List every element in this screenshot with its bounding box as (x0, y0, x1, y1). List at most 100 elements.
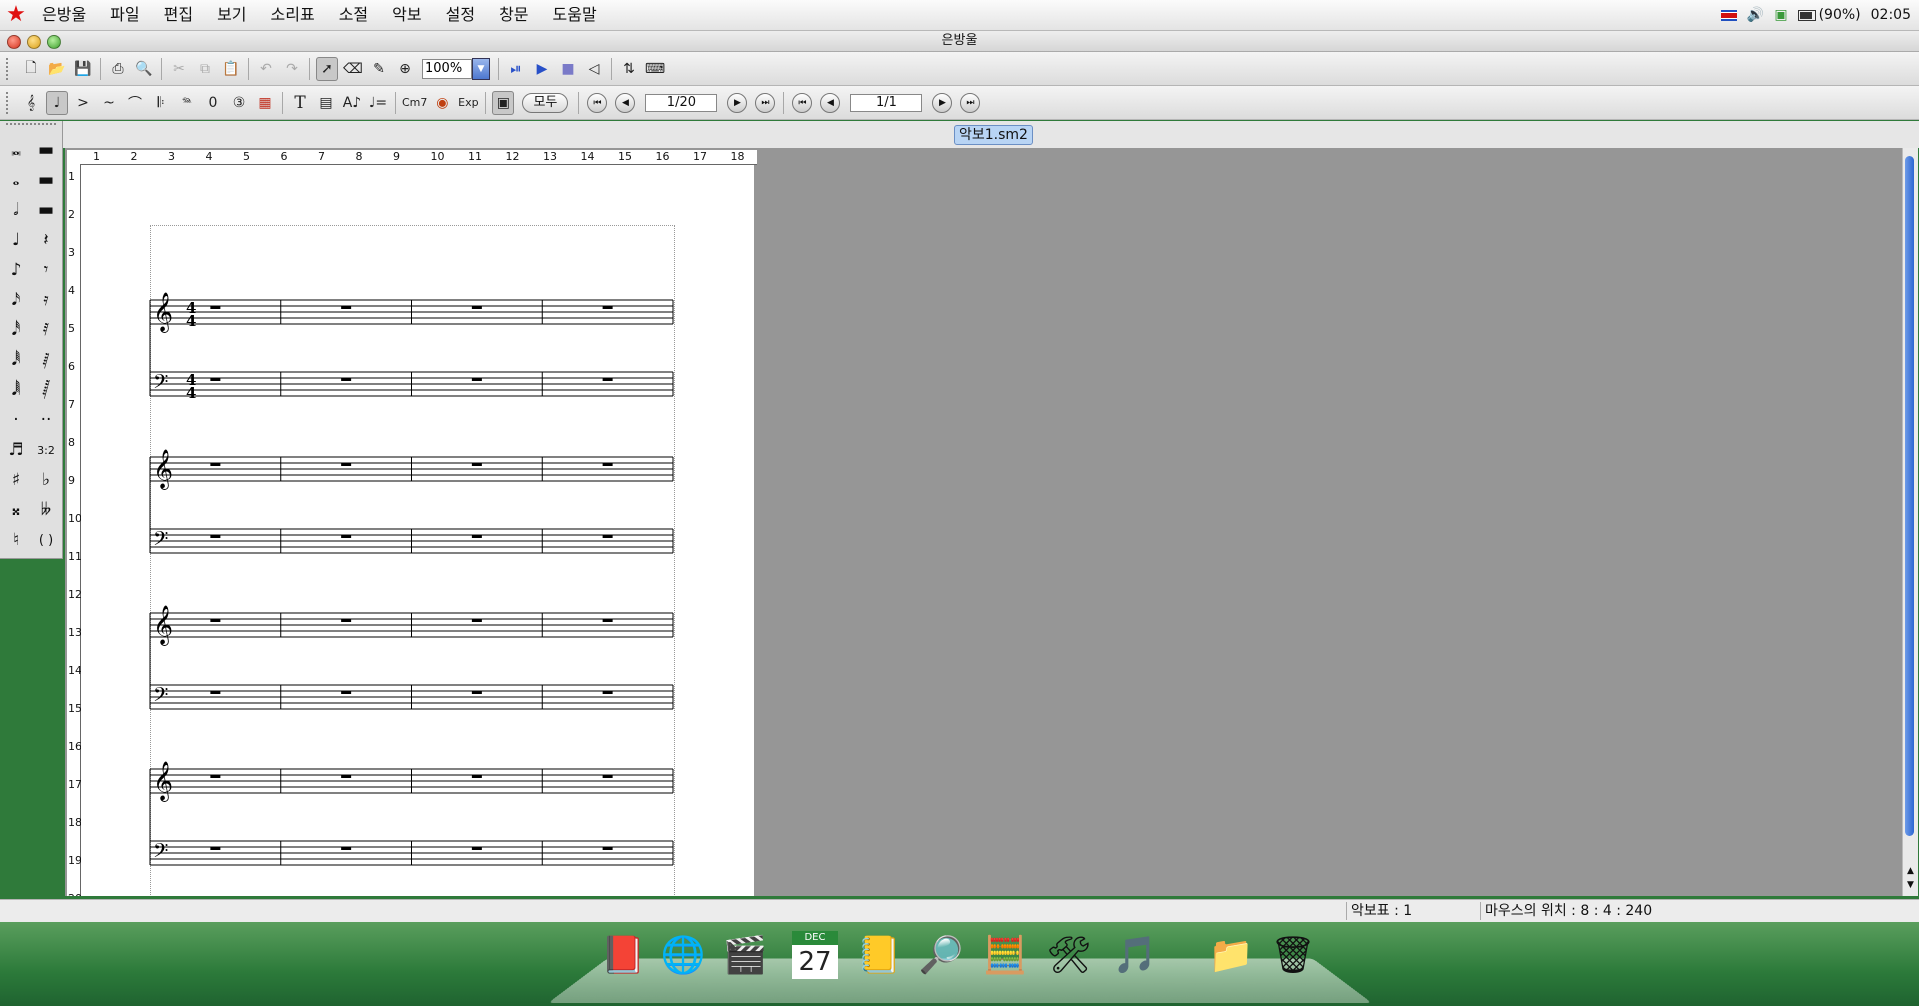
grace-note-icon[interactable]: ♬ (1, 435, 31, 465)
zoom-combobox[interactable]: ▼ (422, 57, 490, 80)
menu-notes[interactable]: 소리표 (259, 0, 327, 30)
dot-icon[interactable]: · (1, 405, 31, 435)
chord-tool-button[interactable]: Cm7 (402, 91, 427, 115)
half-rest-icon[interactable]: ▬ (31, 195, 61, 225)
hundred-twenty-eighth-note-icon[interactable]: 𝅘𝅥𝅲 (1, 375, 31, 405)
thirty-second-note-icon[interactable]: 𝅘𝅥𝅰 (1, 315, 31, 345)
repeat-tool-icon[interactable]: 𝄆 (150, 91, 172, 115)
print-preview-icon[interactable]: 🔍 (133, 57, 155, 81)
first-score-icon[interactable]: ⏮ (792, 92, 813, 113)
parenthesis-icon[interactable]: ( ) (31, 525, 61, 555)
speaker-icon[interactable]: ◁ (583, 57, 605, 81)
play-from-start-icon[interactable]: ⏯ (505, 57, 527, 81)
tempo-tool-icon[interactable]: ♩= (367, 91, 389, 115)
clef-tool-icon[interactable]: 𝄞 (20, 91, 42, 115)
search-icon[interactable]: 🔎 (914, 926, 968, 984)
globe-browser-icon[interactable]: 🌐 (656, 926, 710, 984)
chevron-down-icon[interactable]: ▼ (472, 57, 490, 80)
page-indicator[interactable]: 1/20 (645, 93, 718, 112)
prev-score-icon[interactable]: ◀ (820, 92, 841, 113)
eighth-rest-icon[interactable]: 𝄾 (31, 255, 61, 285)
menu-measure[interactable]: 소절 (327, 0, 380, 30)
save-icon[interactable]: 💾 (72, 57, 94, 81)
note-tool-icon[interactable]: ♩ (46, 90, 68, 115)
score-indicator[interactable]: 1/1 (850, 93, 923, 112)
text-tool-icon[interactable]: T (289, 91, 311, 115)
next-page-icon[interactable]: ▶ (727, 92, 748, 113)
video-clapper-icon[interactable]: 🎬 (718, 926, 772, 984)
keyboard-icon[interactable]: ⌨ (644, 57, 666, 81)
menu-help[interactable]: 도움말 (541, 0, 609, 30)
sharp-icon[interactable]: ♯ (1, 465, 31, 495)
undo-icon[interactable]: ↶ (255, 57, 277, 81)
menu-edit[interactable]: 편집 (152, 0, 205, 30)
pencil-icon[interactable]: ✎ (368, 57, 390, 81)
next-score-icon[interactable]: ▶ (932, 92, 953, 113)
double-sharp-icon[interactable]: 𝄪 (1, 495, 31, 525)
menu-view[interactable]: 보기 (205, 0, 258, 30)
select-all-button[interactable]: 모두 (522, 92, 569, 113)
open-folder-icon[interactable]: 📂 (46, 57, 68, 81)
double-dot-icon[interactable]: ·· (31, 405, 61, 435)
settings-tools-icon[interactable]: 🛠 (1042, 926, 1096, 984)
battery-indicator[interactable]: (90%) (1797, 7, 1861, 23)
double-flat-icon[interactable]: 𝄫 (31, 495, 61, 525)
fingering-tool-icon[interactable]: 0 (202, 91, 224, 115)
menu-window[interactable]: 창문 (487, 0, 540, 30)
network-icon[interactable]: ▣ (1774, 7, 1787, 23)
sixteenth-rest-icon[interactable]: 𝄿 (31, 285, 61, 315)
clock[interactable]: 02:05 (1871, 7, 1911, 23)
quarter-rest-icon[interactable]: 𝄽 (31, 225, 61, 255)
flag-icon[interactable] (1720, 9, 1737, 21)
redo-icon[interactable]: ↷ (281, 57, 303, 81)
print-icon[interactable]: ⎙ (107, 57, 129, 81)
score-page[interactable]: 𝄞 4 4 𝄢 4 4 𝄞 𝄢 𝄞 𝄢 𝄞 𝄢 (81, 165, 754, 896)
hundred-twenty-eighth-rest-icon[interactable]: 𝅂 (31, 375, 61, 405)
tab-score-document[interactable]: 악보1.sm2 (954, 125, 1033, 145)
new-file-icon[interactable]: 🗋 (20, 57, 42, 81)
palette-grip[interactable] (6, 123, 56, 129)
ornament-tool-icon[interactable]: ~ (98, 91, 120, 115)
calendar-icon[interactable]: DEC 27 (788, 926, 842, 984)
expression-tool-button[interactable]: Exp (457, 91, 479, 115)
eighth-note-icon[interactable]: ♪ (1, 255, 31, 285)
stop-icon[interactable]: ■ (557, 57, 579, 81)
folder-icon[interactable]: 📁 (1204, 926, 1258, 984)
copy-icon[interactable]: ⧉ (194, 57, 216, 81)
sixty-fourth-rest-icon[interactable]: 𝅁 (31, 345, 61, 375)
pedal-tool-icon[interactable]: 𝆮 (176, 91, 198, 115)
accent-tool-icon[interactable]: > (72, 91, 94, 115)
half-note-icon[interactable]: 𝅗𝅥 (1, 195, 31, 225)
last-score-icon[interactable]: ⏭ (960, 92, 981, 113)
frame-text-icon[interactable]: ▤ (315, 91, 337, 115)
color-tool-icon[interactable]: ▦ (254, 91, 276, 115)
tuplet-button[interactable]: 3:2 (31, 435, 61, 465)
first-page-icon[interactable]: ⏮ (587, 92, 608, 113)
menu-settings[interactable]: 설정 (434, 0, 487, 30)
slur-tool-icon[interactable]: ⌒ (124, 91, 146, 115)
sixty-fourth-note-icon[interactable]: 𝅘𝅥𝅱 (1, 345, 31, 375)
zoom-icon[interactable]: ⊕ (394, 57, 416, 81)
last-page-icon[interactable]: ⏭ (755, 92, 776, 113)
quarter-note-icon[interactable]: ♩ (1, 225, 31, 255)
prev-page-icon[interactable]: ◀ (615, 92, 636, 113)
lyrics-tool-icon[interactable]: A♪ (341, 91, 363, 115)
vertical-scrollbar[interactable]: ▲ ▼ (1902, 148, 1918, 896)
book-app-icon[interactable]: 📕 (596, 926, 650, 984)
grid-select-icon[interactable]: ▣ (492, 90, 515, 115)
double-whole-rest-icon[interactable]: ▬ (31, 135, 61, 165)
staff-system[interactable]: 𝄞 4 4 𝄢 4 4 𝄞𝄢𝄞𝄢𝄞𝄢 (81, 165, 754, 896)
drum-icon[interactable]: ◉ (431, 91, 453, 115)
thirty-second-rest-icon[interactable]: 𝅀 (31, 315, 61, 345)
star-logo-icon[interactable]: ★ (2, 0, 30, 30)
sixteenth-note-icon[interactable]: 𝅘𝅥𝅯 (1, 285, 31, 315)
menu-score[interactable]: 악보 (380, 0, 433, 30)
menu-app[interactable]: 은방울 (30, 0, 98, 30)
cut-icon[interactable]: ✂ (168, 57, 190, 81)
contacts-icon[interactable]: 📒 (852, 926, 906, 984)
paste-icon[interactable]: 📋 (220, 57, 242, 81)
whole-rest-icon[interactable]: ▬ (31, 165, 61, 195)
trash-icon[interactable]: 🗑 (1266, 926, 1320, 984)
whole-note-icon[interactable]: 𝅝 (1, 165, 31, 195)
score-editor[interactable]: 1 2 3 4 5 6 7 8 9 10 11 12 13 14 15 16 17 18 1 2 3 4 5 6 7 8 9 10 1… (65, 148, 1902, 896)
